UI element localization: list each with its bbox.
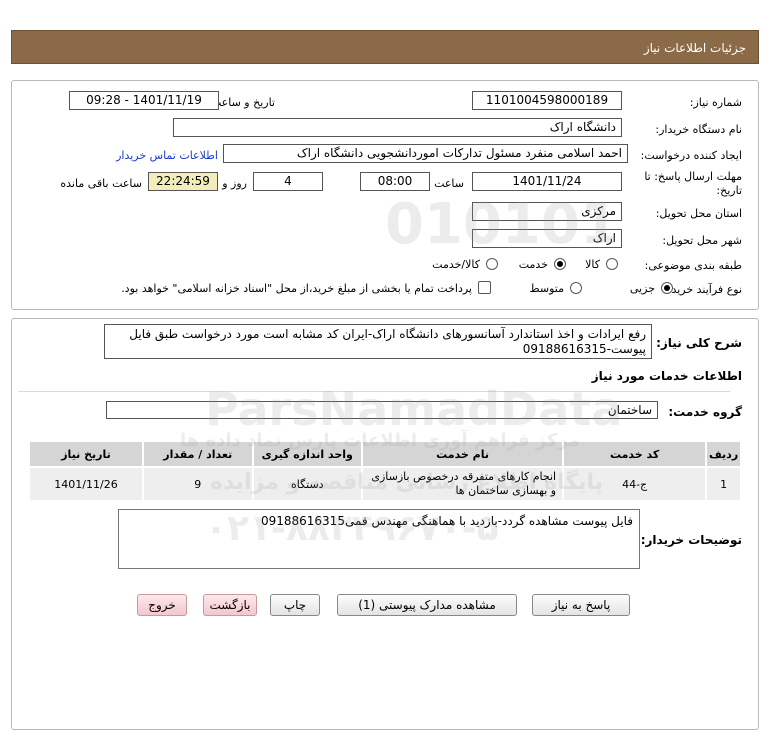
cell-code: ج-44 (562, 466, 708, 502)
deadline-time-field: 08:00 (360, 172, 430, 191)
col-header-unit: واحد اندازه گیری (251, 440, 363, 468)
city-field: اراک (472, 229, 622, 248)
cell-date: 1401/11/26 (28, 466, 144, 502)
process-radio-medium[interactable] (570, 282, 582, 294)
treasury-payment-checkbox[interactable] (478, 281, 491, 294)
col-header-date: تاریخ نیاز (28, 440, 144, 468)
category-option-service: خدمت (518, 258, 548, 271)
buyer-org-label: نام دستگاه خریدار: (655, 123, 742, 136)
section-divider (18, 391, 730, 392)
services-table: ردیف کد خدمت نام خدمت واحد اندازه گیری ت… (28, 440, 742, 502)
announce-date-field: 1401/11/19 - 09:28 (69, 91, 219, 110)
process-option-minor: جزیی (629, 282, 655, 295)
col-header-qty: تعداد / مقدار (142, 440, 254, 468)
buyer-contact-link[interactable]: اطلاعات تماس خریدار (116, 149, 218, 162)
buyer-notes-text: فایل پیوست مشاهده گردد-بازدید با هماهنگی… (118, 509, 640, 569)
col-header-row: ردیف (705, 440, 742, 468)
buyer-org-field: دانشگاه اراک (173, 118, 622, 137)
requester-field: احمد اسلامی منفرد مسئول تدارکات اموردانش… (223, 144, 628, 163)
process-radio-minor[interactable] (661, 282, 673, 294)
city-label: شهر محل تحویل: (662, 234, 742, 247)
deadline-label: مهلت ارسال پاسخ: تا تاریخ: (644, 170, 742, 197)
services-section-title: اطلاعات خدمات مورد نیاز (591, 369, 742, 383)
days-label: روز و (222, 177, 247, 190)
col-header-code: کد خدمت (562, 440, 708, 468)
category-radio-service[interactable] (554, 258, 566, 270)
deadline-date-field: 1401/11/24 (472, 172, 622, 191)
treasury-payment-note: پرداخت تمام یا بخشی از مبلغ خرید،از محل … (121, 282, 472, 295)
province-field: مرکزی (472, 202, 622, 221)
back-button[interactable]: بازگشت (203, 594, 257, 616)
category-radio-goods[interactable] (606, 258, 618, 270)
exit-button[interactable]: خروج (137, 594, 187, 616)
view-attachments-button[interactable]: مشاهده مدارک پیوستی (1) (337, 594, 517, 616)
table-row: 1 ج-44 انجام کارهای متفرقه درخصوص بازساز… (28, 466, 742, 502)
service-group-field: ساختمان (106, 401, 658, 419)
page-title-bar: جزئیات اطلاعات نیاز (11, 30, 759, 64)
page-title: جزئیات اطلاعات نیاز (643, 41, 746, 55)
cell-unit: دستگاه (251, 466, 363, 502)
category-label: طبقه بندی موضوعی: (644, 259, 742, 272)
cell-row: 1 (705, 466, 742, 502)
category-option-goods: کالا (585, 258, 600, 271)
process-option-medium: متوسط (529, 282, 564, 295)
need-number-label: شماره نیاز: (689, 96, 742, 109)
print-button[interactable]: چاپ (270, 594, 320, 616)
remaining-time-field: 22:24:59 (148, 172, 218, 191)
buyer-notes-label: توضیحات خریدار: (640, 533, 742, 547)
process-type-label: نوع فرآیند خرید : (664, 283, 742, 296)
service-group-label: گروه خدمت: (668, 405, 742, 419)
summary-text: رفع ایرادات و اخذ استاندارد آسانسورهای د… (104, 324, 652, 359)
cell-name: انجام کارهای متفرقه درخصوص بازسازی و بهس… (360, 466, 565, 502)
col-header-name: نام خدمت (360, 440, 565, 468)
cell-qty: 9 (142, 466, 254, 502)
province-label: استان محل تحویل: (655, 207, 742, 220)
reply-button[interactable]: پاسخ به نیاز (532, 594, 630, 616)
days-remaining-field: 4 (253, 172, 323, 191)
deadline-time-label: ساعت (434, 177, 464, 190)
requester-label: ایجاد کننده درخواست: (640, 149, 742, 162)
category-option-goods-service: کالا/خدمت (432, 258, 480, 271)
summary-label: شرح کلی نیاز: (656, 336, 742, 350)
need-number-field: 1101004598000189 (472, 91, 622, 110)
category-radio-goods-service[interactable] (486, 258, 498, 270)
remaining-time-label: ساعت باقی مانده (60, 177, 142, 190)
